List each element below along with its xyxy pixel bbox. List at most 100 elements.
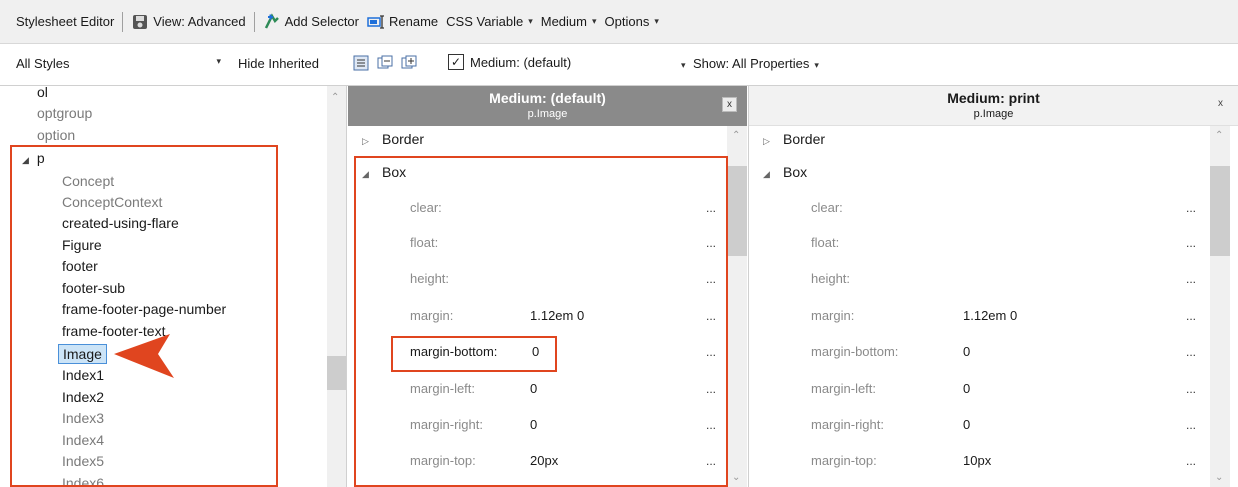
tree-item[interactable]: option (37, 125, 75, 145)
border-group[interactable]: ▷ Border (763, 131, 825, 147)
property-name: margin: (410, 308, 454, 323)
more-button[interactable]: ... (1186, 198, 1196, 218)
tree-item-selected[interactable]: Image (58, 344, 107, 364)
more-button[interactable]: ... (706, 342, 716, 362)
more-button[interactable]: ... (706, 379, 716, 399)
tree-item[interactable]: Concept (62, 171, 114, 191)
property-row[interactable]: clear:... (811, 198, 1201, 218)
hide-inherited-button[interactable]: Hide Inherited (238, 56, 319, 71)
tree-item[interactable]: Index6 (62, 473, 104, 487)
tree-item-label: footer (62, 258, 98, 274)
property-value[interactable]: 0 (963, 379, 970, 399)
tree-item[interactable]: Index5 (62, 451, 104, 471)
more-button[interactable]: ... (1186, 306, 1196, 326)
property-value[interactable]: 0 (530, 379, 537, 399)
property-value[interactable]: 0 (963, 415, 970, 435)
property-name: margin-right: (811, 417, 884, 432)
property-row[interactable]: margin: 1.12em 0... (410, 306, 720, 326)
property-row[interactable]: margin-top: 20px... (410, 451, 720, 471)
selector-tree[interactable]: ol optgroup option ◢ p Concept ConceptCon… (0, 86, 347, 487)
property-value[interactable]: 0 (963, 342, 970, 362)
tree-item[interactable]: footer (62, 256, 98, 276)
more-button[interactable]: ... (706, 269, 716, 289)
tree-item[interactable]: ConceptContext (62, 192, 162, 212)
view-list-icon[interactable] (352, 54, 370, 72)
property-value[interactable]: 0 (532, 342, 539, 362)
property-row[interactable]: margin-right: 0... (410, 415, 720, 435)
tree-scrollbar-thumb[interactable] (327, 356, 346, 390)
view-button[interactable]: View: Advanced (127, 10, 249, 34)
tree-item[interactable]: Index3 (62, 408, 104, 428)
border-group[interactable]: ▷ Border (362, 131, 424, 147)
tree-item-p[interactable]: ◢ p (22, 148, 45, 168)
show-properties-dropdown[interactable]: Show: All Properties ▾ (693, 56, 819, 71)
more-button[interactable]: ... (1186, 233, 1196, 253)
tree-item[interactable]: Figure (62, 235, 102, 255)
expand-triangle-icon[interactable]: ◢ (22, 155, 29, 165)
scroll-up-icon[interactable]: ⌃ (732, 130, 740, 141)
box-group[interactable]: ◢ Box (362, 164, 406, 180)
options-menu[interactable]: Options ▾ (601, 10, 663, 34)
tree-item[interactable]: optgroup (37, 103, 92, 123)
scroll-down-icon[interactable]: ⌄ (1215, 472, 1223, 483)
property-row[interactable]: margin-bottom: 0... (410, 342, 720, 362)
collapse-icon[interactable] (376, 54, 394, 72)
more-button[interactable]: ... (1186, 379, 1196, 399)
more-button[interactable]: ... (706, 198, 716, 218)
close-column-button[interactable]: x (1213, 97, 1228, 112)
property-row[interactable]: margin-bottom: 0... (811, 342, 1201, 362)
medium-menu[interactable]: Medium ▾ (537, 10, 601, 34)
box-group[interactable]: ◢ Box (763, 164, 807, 180)
collapse-triangle-icon[interactable]: ◢ (763, 169, 773, 180)
tree-item[interactable]: ol (37, 86, 48, 102)
tree-item[interactable]: Index1 (62, 365, 104, 385)
more-button[interactable]: ... (706, 451, 716, 471)
property-value[interactable]: 1.12em 0 (963, 306, 1017, 326)
property-value[interactable]: 10px (963, 451, 991, 471)
medium-dropdown[interactable]: ▾ (676, 56, 686, 71)
tree-scrollbar[interactable] (327, 86, 346, 487)
column-scrollbar-thumb[interactable] (1210, 166, 1230, 256)
property-value[interactable]: 0 (530, 415, 537, 435)
property-name: margin-left: (811, 381, 877, 396)
property-row[interactable]: float:... (410, 233, 720, 253)
scroll-up-icon[interactable]: ⌃ (331, 92, 339, 103)
tree-item-label: ol (37, 86, 48, 100)
scroll-down-icon[interactable]: ⌄ (732, 472, 740, 483)
property-row[interactable]: height:... (410, 269, 720, 289)
expand-triangle-icon[interactable]: ▷ (362, 136, 372, 147)
rename-button[interactable]: Rename (363, 10, 442, 34)
more-button[interactable]: ... (706, 233, 716, 253)
more-button[interactable]: ... (1186, 451, 1196, 471)
close-column-button[interactable]: x (722, 97, 737, 112)
more-button[interactable]: ... (706, 306, 716, 326)
property-row[interactable]: clear:... (410, 198, 720, 218)
expand-icon[interactable] (400, 54, 418, 72)
collapse-triangle-icon[interactable]: ◢ (362, 169, 372, 180)
property-value[interactable]: 20px (530, 451, 558, 471)
property-row[interactable]: margin: 1.12em 0... (811, 306, 1201, 326)
property-row[interactable]: margin-right: 0... (811, 415, 1201, 435)
property-value[interactable]: 1.12em 0 (530, 306, 584, 326)
property-row[interactable]: height:... (811, 269, 1201, 289)
property-row[interactable]: margin-top: 10px... (811, 451, 1201, 471)
property-row[interactable]: margin-left: 0... (410, 379, 720, 399)
property-row[interactable]: float:... (811, 233, 1201, 253)
tree-item[interactable]: Index4 (62, 430, 104, 450)
property-row[interactable]: margin-left: 0... (811, 379, 1201, 399)
expand-triangle-icon[interactable]: ▷ (763, 136, 773, 147)
tree-item[interactable]: created-using-flare (62, 213, 179, 233)
more-button[interactable]: ... (706, 415, 716, 435)
more-button[interactable]: ... (1186, 415, 1196, 435)
more-button[interactable]: ... (1186, 342, 1196, 362)
medium-checkbox[interactable]: ✓ Medium: (default) (448, 54, 571, 70)
css-variable-menu[interactable]: CSS Variable ▾ (442, 10, 537, 34)
add-selector-button[interactable]: Add Selector (259, 10, 363, 34)
tree-item[interactable]: footer-sub (62, 278, 125, 298)
more-button[interactable]: ... (1186, 269, 1196, 289)
styles-dropdown[interactable]: All Styles ▾ (16, 56, 221, 71)
column-scrollbar-thumb[interactable] (727, 166, 747, 256)
scroll-up-icon[interactable]: ⌃ (1215, 130, 1223, 141)
tree-item[interactable]: Index2 (62, 387, 104, 407)
tree-item[interactable]: frame-footer-page-number (62, 299, 226, 319)
